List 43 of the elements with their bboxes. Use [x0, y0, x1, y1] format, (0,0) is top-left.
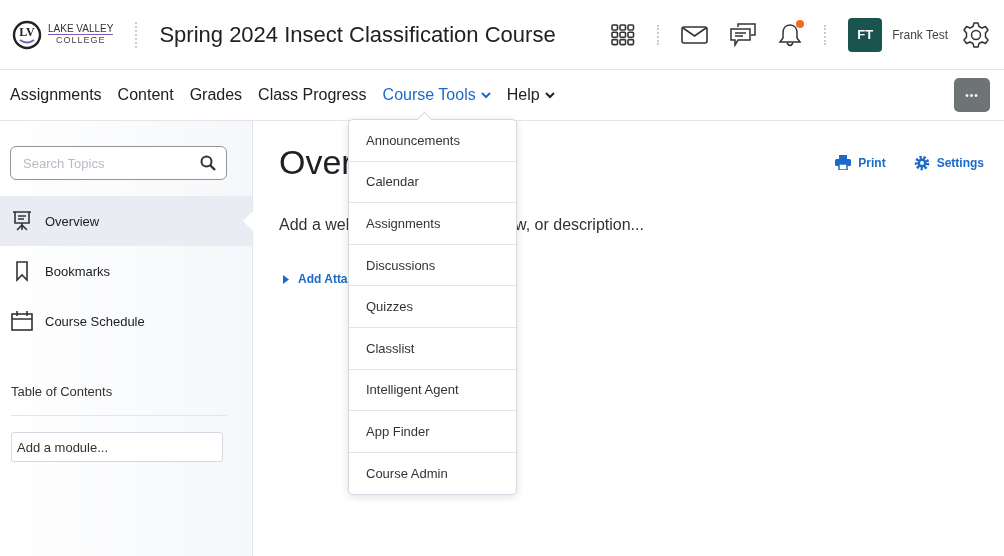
- course-title[interactable]: Spring 2024 Insect Classification Course: [159, 21, 556, 48]
- caret-icon[interactable]: [544, 91, 555, 99]
- college-logo-icon: LV: [12, 19, 42, 50]
- expand-triangle-icon: [283, 274, 289, 284]
- grid-icon[interactable]: [611, 23, 636, 46]
- action-link[interactable]: Settings: [913, 154, 984, 171]
- user-name[interactable]: Frank Test: [892, 27, 948, 42]
- nav-link[interactable]: Class Progress: [258, 86, 367, 104]
- sidebar-item[interactable]: Course Schedule: [0, 296, 252, 346]
- mail-icon[interactable]: [681, 25, 709, 44]
- menu-item[interactable]: Quizzes: [349, 286, 516, 328]
- nav-link[interactable]: Course Tools: [382, 86, 491, 104]
- bell-icon[interactable]: [778, 21, 803, 48]
- logo-text: LAKE VALLEY: [48, 23, 114, 35]
- menu-item[interactable]: Announcements: [349, 120, 516, 162]
- menu-item[interactable]: Discussions: [349, 244, 516, 287]
- chat-icon[interactable]: [730, 22, 757, 47]
- user-avatar[interactable]: FT: [848, 17, 883, 52]
- search-field[interactable]: Search Topics: [10, 146, 227, 180]
- menu-item[interactable]: Calendar: [349, 161, 516, 204]
- selection-pointer: [243, 211, 253, 231]
- more-button[interactable]: •••: [954, 78, 990, 112]
- settings-icon: [913, 154, 930, 171]
- menu-item[interactable]: Course Admin: [349, 452, 516, 495]
- menu-item[interactable]: App Finder: [349, 411, 516, 453]
- menu-item[interactable]: Assignments: [349, 203, 516, 245]
- nav-link[interactable]: Help: [506, 86, 555, 104]
- nav-link[interactable]: Assignments: [10, 86, 102, 104]
- action-link[interactable]: Print: [835, 155, 886, 170]
- presentation-board-icon: [11, 210, 33, 232]
- sidebar-item[interactable]: Bookmarks: [0, 246, 252, 296]
- printer-icon: [835, 155, 852, 170]
- menu-item[interactable]: Classlist: [349, 327, 516, 370]
- nav-link[interactable]: Grades: [189, 86, 243, 104]
- sidebar-item[interactable]: Overview: [0, 196, 252, 246]
- menu-item[interactable]: Intelligent Agent: [349, 369, 516, 412]
- calendar-icon: [11, 310, 33, 332]
- toc-heading: Table of Contents: [11, 384, 114, 399]
- logo-text: COLLEGE: [55, 35, 107, 46]
- search-icon[interactable]: [200, 155, 216, 171]
- settings-icon[interactable]: [962, 20, 990, 49]
- module-input-field[interactable]: Add a module...: [11, 432, 223, 462]
- nav-link[interactable]: Content: [117, 86, 174, 104]
